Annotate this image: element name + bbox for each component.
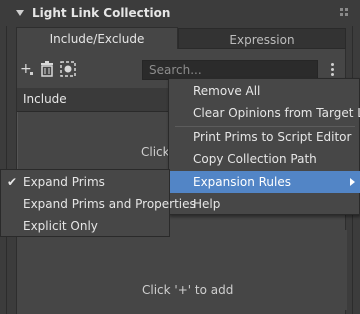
trash-icon[interactable] — [40, 61, 54, 77]
exclude-empty-hint: Click '+' to add — [142, 283, 234, 297]
drag-grip-icon[interactable] — [340, 8, 350, 18]
exclude-list[interactable] — [17, 230, 347, 310]
more-options-icon[interactable] — [328, 62, 338, 78]
menu-item-label: Print Prims to Script Editor — [193, 130, 352, 144]
menu-item-label: Expansion Rules — [193, 175, 291, 189]
collapse-triangle-icon[interactable] — [16, 10, 24, 16]
menu-item-help[interactable]: Help — [169, 193, 360, 215]
submenu-item-expand-prims[interactable]: ✔ Expand Prims — [1, 171, 171, 193]
submenu-arrow-icon — [350, 178, 355, 186]
panel-title: Light Link Collection — [32, 6, 171, 20]
submenu-item-explicit-only[interactable]: Explicit Only — [1, 215, 171, 237]
menu-item-label: Clear Opinions from Target Layer — [193, 106, 360, 120]
menu-item-remove-all[interactable]: Remove All — [169, 80, 360, 102]
collection-header[interactable]: Light Link Collection — [6, 2, 354, 26]
add-dropdown-indicator-icon[interactable] — [30, 72, 33, 75]
menu-item-expansion-rules[interactable]: Expansion Rules — [169, 171, 360, 193]
submenu-item-label: Expand Prims — [23, 175, 105, 189]
select-prims-icon[interactable] — [60, 61, 76, 77]
menu-item-clear-opinions[interactable]: Clear Opinions from Target Layer — [169, 102, 360, 124]
menu-item-label: Help — [193, 197, 221, 211]
menu-item-print-prims[interactable]: Print Prims to Script Editor — [169, 126, 360, 148]
search-input[interactable] — [142, 60, 318, 80]
checkmark-icon: ✔ — [7, 175, 18, 189]
submenu-item-label: Expand Prims and Properties — [23, 197, 196, 211]
menu-item-label: Remove All — [193, 84, 261, 98]
tab-include-exclude[interactable]: Include/Exclude — [16, 27, 178, 49]
submenu-item-expand-prims-and-properties[interactable]: Expand Prims and Properties — [1, 193, 196, 215]
tab-expression[interactable]: Expression — [178, 28, 346, 49]
submenu-item-label: Explicit Only — [23, 219, 98, 233]
expansion-rules-submenu: ✔ Expand Prims Expand Prims and Properti… — [0, 169, 196, 237]
menu-item-label: Copy Collection Path — [193, 152, 317, 166]
menu-item-copy-collection-path[interactable]: Copy Collection Path — [169, 148, 360, 170]
context-menu: Remove All Clear Opinions from Target La… — [168, 78, 360, 215]
